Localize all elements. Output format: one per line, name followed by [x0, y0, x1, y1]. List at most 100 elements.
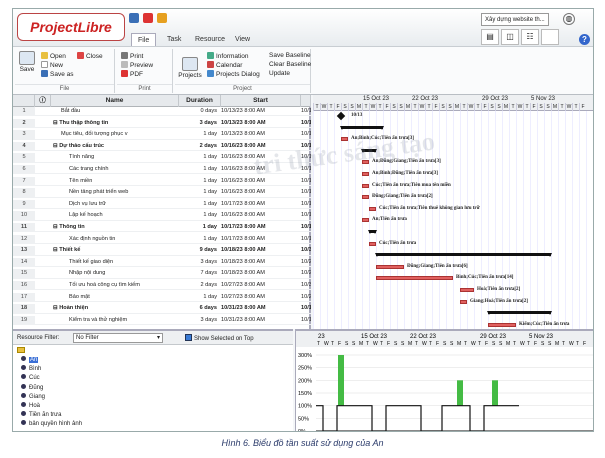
tab-view[interactable]: View — [229, 33, 256, 46]
table-row[interactable]: 15 Nhập nội dung 7 days 10/18/23 8:00 AM 10/… — [13, 269, 311, 279]
gantt-summary-bar[interactable] — [340, 125, 384, 130]
tab-file[interactable]: File — [131, 33, 157, 46]
preview-button[interactable]: Preview — [121, 61, 153, 70]
table-row[interactable]: 11 ⊟ Thông tin 1 day 10/17/23 8:00 AM 10/1 — [13, 223, 311, 233]
pdf-button[interactable]: PDF — [121, 70, 143, 79]
gantt-task-bar[interactable] — [460, 288, 474, 292]
gantt-task-bar[interactable] — [376, 276, 453, 281]
gantt-day-label: M — [404, 103, 411, 111]
gantt-task-bar[interactable] — [362, 195, 369, 200]
network-view-icon[interactable]: ◫ — [501, 29, 519, 45]
task-name: ⊟ Thiết kế — [53, 247, 81, 254]
task-start: 10/18/23 8:00 AM — [221, 270, 265, 277]
gantt-view-icon[interactable]: ▤ — [481, 29, 499, 45]
close-button[interactable]: Close — [77, 52, 103, 61]
blank-view-icon[interactable] — [541, 29, 559, 45]
task-duration: 0 days — [200, 108, 217, 114]
table-row[interactable]: 3 Mục tiêu, đối tượng phục v 1 day 10/13/23… — [13, 130, 311, 140]
gantt-task-bar[interactable] — [362, 218, 369, 223]
gantt-task-bar[interactable] — [369, 241, 376, 246]
gantt-task-bar[interactable] — [460, 299, 467, 304]
task-name: Nền tảng phát triển web — [69, 189, 129, 196]
information-button[interactable]: Information — [207, 52, 249, 61]
table-row[interactable]: 8 Nền tảng phát triển web 1 day 10/16/23 8:… — [13, 188, 311, 198]
resource-item[interactable]: Hoà — [21, 402, 40, 410]
col-info[interactable]: ⓘ — [35, 95, 51, 107]
table-row[interactable]: 14 Thiết kế giao diện 3 days 10/18/23 8:00 … — [13, 257, 311, 268]
save-baseline-button[interactable]: Save Baseline — [269, 52, 311, 60]
gantt-task-bar[interactable] — [376, 264, 404, 269]
table-row[interactable]: 16 Tối ưu hoá công cụ tìm kiếm 2 days 10/27… — [13, 281, 311, 291]
globe-icon[interactable]: ◍ — [563, 13, 575, 25]
gantt-gridline — [516, 111, 517, 329]
save-icon — [19, 51, 35, 65]
gantt-gridline — [481, 111, 482, 329]
gantt-milestone[interactable] — [336, 111, 346, 121]
table-row[interactable]: 19 Kiểm tra và thử nghiệm 3 days 10/31/23 8… — [13, 315, 311, 326]
gantt-task-bar[interactable] — [362, 183, 369, 188]
print-button[interactable]: Print — [121, 52, 143, 61]
task-finish: 10/1 — [301, 108, 311, 114]
table-row[interactable]: 9 Dịch vụ lưu trữ 1 day 10/17/23 8:00 AM 10/… — [13, 199, 311, 210]
tab-resource[interactable]: Resource — [189, 33, 231, 46]
table-row[interactable]: 12 Xác định nguồn tin 1 day 10/17/23 8:00 A… — [13, 234, 311, 244]
resource-root-folder-icon[interactable] — [17, 347, 25, 356]
folder-icon — [41, 52, 48, 59]
gantt-task-bar[interactable] — [362, 172, 369, 176]
save-quick-icon[interactable] — [129, 13, 139, 23]
resource-view-icon[interactable]: ☷ — [521, 29, 539, 45]
task-duration: 2 days — [200, 282, 217, 288]
col-duration[interactable]: Duration — [179, 95, 221, 107]
clear-baseline-button[interactable]: Clear Baseline — [269, 61, 311, 69]
new-button[interactable]: New — [41, 61, 63, 70]
table-row[interactable]: 10 Lập kế hoạch 1 day 10/16/23 8:00 AM 10/1 — [13, 211, 311, 221]
resource-item[interactable]: bản quyền hình ảnh — [21, 420, 82, 428]
undo-quick-icon[interactable] — [143, 13, 153, 23]
projects-button[interactable]: Projects — [177, 57, 203, 79]
resource-item[interactable]: Tiền ăn trưa — [21, 411, 61, 419]
gantt-summary-bar[interactable] — [375, 253, 552, 258]
col-name[interactable]: Name — [51, 95, 179, 107]
table-row[interactable]: 18 ⊟ Hoàn thiện 6 days 10/31/23 8:00 AM 10/1 — [13, 304, 311, 314]
row-number: 18 — [13, 304, 35, 313]
histogram-day-label: W — [373, 341, 378, 347]
histogram-week-label: 22 Oct 23 — [410, 334, 437, 340]
gantt-task-bar[interactable] — [488, 322, 516, 327]
table-row[interactable]: 13 ⊟ Thiết kế 9 days 10/18/23 8:00 AM 10/3 — [13, 246, 311, 256]
task-finish: 10/1 — [301, 119, 311, 126]
open-button[interactable]: Open — [41, 52, 66, 61]
table-row[interactable]: 2 ⊟ Thu thập thông tin 3 days 10/13/23 8:00… — [13, 118, 311, 128]
row-number: 4 — [13, 141, 35, 151]
update-button[interactable]: Update — [269, 70, 290, 78]
gantt-summary-bar[interactable] — [368, 230, 377, 234]
task-finish: 10/1 — [301, 131, 311, 138]
gantt-gridline — [565, 111, 566, 329]
resource-item[interactable]: Bình — [21, 365, 41, 373]
histogram-day-label: M — [506, 341, 510, 347]
show-selected-checkbox[interactable]: Show Selected on Top — [185, 334, 254, 343]
resource-item[interactable]: Cúc — [21, 374, 40, 382]
calendar-button[interactable]: Calendar — [207, 61, 242, 70]
gantt-task-bar[interactable] — [369, 206, 376, 211]
save-as-button[interactable]: Save as — [41, 70, 74, 79]
col-finish[interactable] — [301, 95, 311, 107]
save-button[interactable]: Save — [17, 51, 37, 73]
resource-item[interactable]: Giang — [21, 392, 45, 401]
tab-task[interactable]: Task — [161, 33, 187, 46]
task-duration: 1 day — [203, 189, 217, 196]
resource-item[interactable]: An — [21, 356, 39, 364]
redo-quick-icon[interactable] — [157, 13, 167, 23]
col-start[interactable]: Start — [221, 95, 301, 107]
task-name: Xác định nguồn tin — [69, 235, 116, 242]
task-name: ⊟ Dự thảo cấu trúc — [53, 142, 105, 149]
gantt-gridline — [544, 111, 545, 329]
resource-item[interactable]: Đũng — [21, 383, 43, 392]
person-icon — [21, 383, 26, 389]
project-select[interactable]: Xây dựng website th... — [481, 13, 549, 26]
help-icon[interactable]: ? — [579, 34, 590, 45]
gantt-summary-bar[interactable] — [487, 311, 552, 316]
table-row[interactable]: 1 Bắt đầu 0 days 10/13/23 8:00 AM 10/1 — [13, 107, 311, 117]
projects-dialog-button[interactable]: Projects Dialog — [207, 70, 260, 79]
table-row[interactable]: 17 Bảo mật 1 day 10/27/23 8:00 AM 10/2 — [13, 292, 311, 302]
resource-filter-select[interactable]: No Filter ▾ — [73, 333, 163, 343]
